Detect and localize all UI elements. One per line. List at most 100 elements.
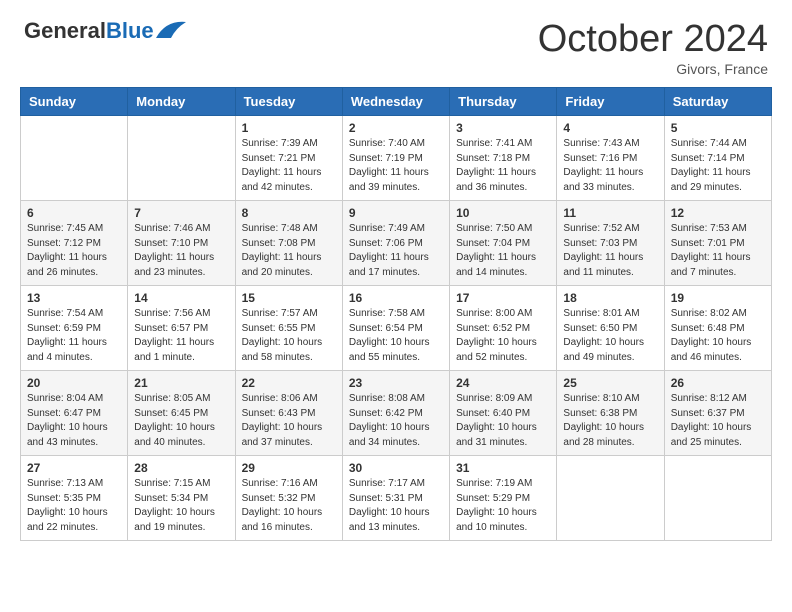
day-number: 24: [456, 376, 550, 390]
day-number: 27: [27, 461, 121, 475]
day-number: 10: [456, 206, 550, 220]
calendar-week-5: 27 Sunrise: 7:13 AMSunset: 5:35 PMDaylig…: [21, 456, 772, 541]
day-info: Sunrise: 7:58 AMSunset: 6:54 PMDaylight:…: [349, 307, 443, 365]
day-info: Sunrise: 7:43 AMSunset: 7:16 PMDaylight:…: [563, 137, 657, 195]
col-friday: Friday: [557, 88, 664, 116]
day-info: Sunrise: 7:53 AMSunset: 7:01 PMDaylight:…: [671, 222, 765, 280]
day-number: 29: [242, 461, 336, 475]
calendar-day: [557, 456, 664, 541]
col-tuesday: Tuesday: [235, 88, 342, 116]
day-number: 2: [349, 121, 443, 135]
day-info: Sunrise: 7:57 AMSunset: 6:55 PMDaylight:…: [242, 307, 336, 365]
calendar-day: 20 Sunrise: 8:04 AMSunset: 6:47 PMDaylig…: [21, 371, 128, 456]
day-number: 30: [349, 461, 443, 475]
day-info: Sunrise: 7:52 AMSunset: 7:03 PMDaylight:…: [563, 222, 657, 280]
day-info: Sunrise: 7:49 AMSunset: 7:06 PMDaylight:…: [349, 222, 443, 280]
calendar-day: 24 Sunrise: 8:09 AMSunset: 6:40 PMDaylig…: [450, 371, 557, 456]
day-number: 26: [671, 376, 765, 390]
calendar-week-4: 20 Sunrise: 8:04 AMSunset: 6:47 PMDaylig…: [21, 371, 772, 456]
calendar-day: [128, 116, 235, 201]
day-number: 17: [456, 291, 550, 305]
calendar-day: 1 Sunrise: 7:39 AMSunset: 7:21 PMDayligh…: [235, 116, 342, 201]
day-info: Sunrise: 7:19 AMSunset: 5:29 PMDaylight:…: [456, 477, 550, 535]
calendar-day: 6 Sunrise: 7:45 AMSunset: 7:12 PMDayligh…: [21, 201, 128, 286]
calendar-day: 17 Sunrise: 8:00 AMSunset: 6:52 PMDaylig…: [450, 286, 557, 371]
day-info: Sunrise: 7:46 AMSunset: 7:10 PMDaylight:…: [134, 222, 228, 280]
calendar-week-3: 13 Sunrise: 7:54 AMSunset: 6:59 PMDaylig…: [21, 286, 772, 371]
day-info: Sunrise: 8:12 AMSunset: 6:37 PMDaylight:…: [671, 392, 765, 450]
calendar-day: 11 Sunrise: 7:52 AMSunset: 7:03 PMDaylig…: [557, 201, 664, 286]
day-number: 13: [27, 291, 121, 305]
calendar-day: 31 Sunrise: 7:19 AMSunset: 5:29 PMDaylig…: [450, 456, 557, 541]
day-number: 16: [349, 291, 443, 305]
calendar-day: 30 Sunrise: 7:17 AMSunset: 5:31 PMDaylig…: [342, 456, 449, 541]
day-info: Sunrise: 8:06 AMSunset: 6:43 PMDaylight:…: [242, 392, 336, 450]
calendar-day: 10 Sunrise: 7:50 AMSunset: 7:04 PMDaylig…: [450, 201, 557, 286]
logo: General Blue: [24, 18, 186, 44]
month-title: October 2024: [538, 18, 768, 61]
calendar-day: 14 Sunrise: 7:56 AMSunset: 6:57 PMDaylig…: [128, 286, 235, 371]
day-number: 25: [563, 376, 657, 390]
day-info: Sunrise: 7:17 AMSunset: 5:31 PMDaylight:…: [349, 477, 443, 535]
day-number: 9: [349, 206, 443, 220]
calendar-day: 25 Sunrise: 8:10 AMSunset: 6:38 PMDaylig…: [557, 371, 664, 456]
calendar-header-row: Sunday Monday Tuesday Wednesday Thursday…: [21, 88, 772, 116]
day-info: Sunrise: 7:44 AMSunset: 7:14 PMDaylight:…: [671, 137, 765, 195]
day-info: Sunrise: 8:04 AMSunset: 6:47 PMDaylight:…: [27, 392, 121, 450]
col-wednesday: Wednesday: [342, 88, 449, 116]
calendar-day: 19 Sunrise: 8:02 AMSunset: 6:48 PMDaylig…: [664, 286, 771, 371]
calendar-day: 27 Sunrise: 7:13 AMSunset: 5:35 PMDaylig…: [21, 456, 128, 541]
day-info: Sunrise: 8:08 AMSunset: 6:42 PMDaylight:…: [349, 392, 443, 450]
day-number: 19: [671, 291, 765, 305]
calendar-body: 1 Sunrise: 7:39 AMSunset: 7:21 PMDayligh…: [21, 116, 772, 541]
day-number: 12: [671, 206, 765, 220]
day-number: 14: [134, 291, 228, 305]
calendar-wrapper: Sunday Monday Tuesday Wednesday Thursday…: [0, 87, 792, 551]
calendar-day: 9 Sunrise: 7:49 AMSunset: 7:06 PMDayligh…: [342, 201, 449, 286]
day-number: 31: [456, 461, 550, 475]
day-info: Sunrise: 7:56 AMSunset: 6:57 PMDaylight:…: [134, 307, 228, 365]
day-info: Sunrise: 7:39 AMSunset: 7:21 PMDaylight:…: [242, 137, 336, 195]
day-info: Sunrise: 7:15 AMSunset: 5:34 PMDaylight:…: [134, 477, 228, 535]
calendar-day: 16 Sunrise: 7:58 AMSunset: 6:54 PMDaylig…: [342, 286, 449, 371]
day-info: Sunrise: 8:10 AMSunset: 6:38 PMDaylight:…: [563, 392, 657, 450]
day-info: Sunrise: 7:41 AMSunset: 7:18 PMDaylight:…: [456, 137, 550, 195]
col-sunday: Sunday: [21, 88, 128, 116]
calendar-day: 23 Sunrise: 8:08 AMSunset: 6:42 PMDaylig…: [342, 371, 449, 456]
day-number: 11: [563, 206, 657, 220]
calendar-day: [664, 456, 771, 541]
page-header: General Blue October 2024 Givors, France: [0, 0, 792, 87]
col-monday: Monday: [128, 88, 235, 116]
day-info: Sunrise: 7:48 AMSunset: 7:08 PMDaylight:…: [242, 222, 336, 280]
calendar-day: 18 Sunrise: 8:01 AMSunset: 6:50 PMDaylig…: [557, 286, 664, 371]
day-number: 18: [563, 291, 657, 305]
logo-blue: Blue: [106, 18, 154, 44]
calendar-week-1: 1 Sunrise: 7:39 AMSunset: 7:21 PMDayligh…: [21, 116, 772, 201]
calendar-day: 7 Sunrise: 7:46 AMSunset: 7:10 PMDayligh…: [128, 201, 235, 286]
calendar-day: 4 Sunrise: 7:43 AMSunset: 7:16 PMDayligh…: [557, 116, 664, 201]
calendar-day: 12 Sunrise: 7:53 AMSunset: 7:01 PMDaylig…: [664, 201, 771, 286]
day-info: Sunrise: 8:09 AMSunset: 6:40 PMDaylight:…: [456, 392, 550, 450]
calendar-day: 13 Sunrise: 7:54 AMSunset: 6:59 PMDaylig…: [21, 286, 128, 371]
day-number: 1: [242, 121, 336, 135]
calendar-day: [21, 116, 128, 201]
day-number: 7: [134, 206, 228, 220]
calendar-day: 21 Sunrise: 8:05 AMSunset: 6:45 PMDaylig…: [128, 371, 235, 456]
day-info: Sunrise: 7:54 AMSunset: 6:59 PMDaylight:…: [27, 307, 121, 365]
calendar-day: 22 Sunrise: 8:06 AMSunset: 6:43 PMDaylig…: [235, 371, 342, 456]
calendar-day: 3 Sunrise: 7:41 AMSunset: 7:18 PMDayligh…: [450, 116, 557, 201]
day-number: 21: [134, 376, 228, 390]
day-info: Sunrise: 7:16 AMSunset: 5:32 PMDaylight:…: [242, 477, 336, 535]
day-info: Sunrise: 7:45 AMSunset: 7:12 PMDaylight:…: [27, 222, 121, 280]
day-number: 3: [456, 121, 550, 135]
col-saturday: Saturday: [664, 88, 771, 116]
day-number: 6: [27, 206, 121, 220]
calendar-day: 15 Sunrise: 7:57 AMSunset: 6:55 PMDaylig…: [235, 286, 342, 371]
day-info: Sunrise: 7:13 AMSunset: 5:35 PMDaylight:…: [27, 477, 121, 535]
day-number: 20: [27, 376, 121, 390]
day-number: 5: [671, 121, 765, 135]
day-info: Sunrise: 8:02 AMSunset: 6:48 PMDaylight:…: [671, 307, 765, 365]
calendar-day: 29 Sunrise: 7:16 AMSunset: 5:32 PMDaylig…: [235, 456, 342, 541]
day-info: Sunrise: 8:00 AMSunset: 6:52 PMDaylight:…: [456, 307, 550, 365]
location: Givors, France: [538, 61, 768, 77]
